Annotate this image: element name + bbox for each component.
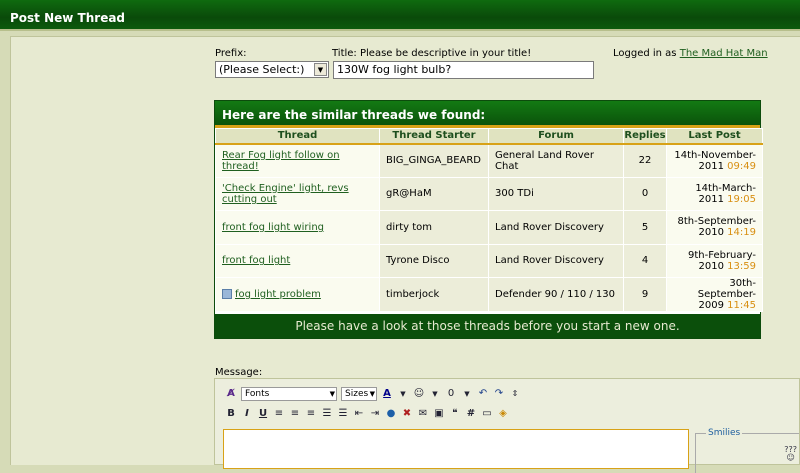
logged-in-prefix: Logged in as <box>613 48 677 59</box>
indent-icon[interactable]: ⇥ <box>369 407 381 421</box>
redo-icon[interactable]: ↷ <box>493 387 505 401</box>
thread-starter: dirty tom <box>379 210 489 245</box>
resize-icon[interactable]: ⇕ <box>509 387 521 401</box>
col-forum: Forum <box>488 128 624 145</box>
chevron-down-icon[interactable]: ▼ <box>397 387 409 401</box>
italic-button[interactable]: I <box>241 407 253 421</box>
forum-name: General Land Rover Chat <box>488 143 624 178</box>
table-row: fog light problem timberjock Defender 90… <box>215 277 763 312</box>
username-link[interactable]: The Mad Hat Man <box>680 48 768 59</box>
align-center-icon[interactable]: ≡ <box>289 407 301 421</box>
message-label: Message: <box>215 367 263 378</box>
last-post: 8th-September-2010 14:19 <box>666 210 763 245</box>
thread-link[interactable]: front fog light wiring <box>222 222 324 233</box>
thread-starter: BIG_GINGA_BEARD <box>379 143 489 178</box>
bold-button[interactable]: B <box>225 407 237 421</box>
reply-count: 4 <box>623 243 667 278</box>
thread-starter: timberjock <box>379 277 489 312</box>
last-post: 30th-September-2009 11:45 <box>666 277 763 312</box>
attachment-icon[interactable]: 0 <box>445 387 457 401</box>
smilies-box: Smilies ??? ☺ <box>695 428 799 473</box>
thread-link[interactable]: 'Check Engine' light, revs cutting out <box>222 183 349 205</box>
col-last-post: Last Post <box>666 128 763 145</box>
align-left-icon[interactable]: ≡ <box>273 407 285 421</box>
chevron-down-icon[interactable]: ▼ <box>461 387 473 401</box>
reply-count: 22 <box>623 143 667 178</box>
font-select[interactable]: Fonts ▼ <box>241 387 337 401</box>
thread-link[interactable]: fog light problem <box>235 289 321 300</box>
prefix-select-value: (Please Select:) <box>219 63 305 76</box>
smiley-icon[interactable]: ☺ <box>413 387 425 401</box>
similar-threads-box: Here are the similar threads we found: T… <box>214 100 763 339</box>
php-icon[interactable]: ◈ <box>497 407 509 421</box>
reply-count: 5 <box>623 210 667 245</box>
similar-threads-table: Thread Thread Starter Forum Replies Last… <box>215 128 763 312</box>
forum-name: Land Rover Discovery <box>488 210 624 245</box>
table-row: front fog light wiring dirty tom Land Ro… <box>215 210 763 245</box>
outdent-icon[interactable]: ⇤ <box>353 407 365 421</box>
thread-link[interactable]: front fog light <box>222 255 290 266</box>
code-button[interactable]: # <box>465 407 477 421</box>
link-icon[interactable]: ● <box>385 407 397 421</box>
email-link-icon[interactable]: ✉ <box>417 407 429 421</box>
last-post: 14th-November-2011 09:49 <box>666 143 763 178</box>
align-right-icon[interactable]: ≡ <box>305 407 317 421</box>
title-input[interactable]: 130W fog light bulb? <box>333 61 594 79</box>
last-post-time: 11:45 <box>727 300 756 311</box>
reply-count: 0 <box>623 176 667 211</box>
forum-name: Land Rover Discovery <box>488 243 624 278</box>
page-title: Post New Thread <box>10 11 126 25</box>
smilies-label: Smilies <box>706 428 743 438</box>
thread-starter: gR@HaM <box>379 176 489 211</box>
thread-icon <box>222 289 232 299</box>
last-post-time: 19:05 <box>727 193 756 205</box>
last-post-time: 14:19 <box>727 227 756 239</box>
last-post: 14th-March-2011 19:05 <box>666 176 763 211</box>
undo-icon[interactable]: ↶ <box>477 387 489 401</box>
font-color-icon[interactable]: A <box>381 387 393 401</box>
underline-button[interactable]: U <box>257 407 269 421</box>
forum-name: Defender 90 / 110 / 130 <box>488 277 624 312</box>
message-editor: A̸ Fonts ▼ Sizes ▼ A ▼ ☺ ▼ 0 ▼ ↶ ↷ ⇕ B I U… <box>214 378 800 473</box>
col-thread-starter: Thread Starter <box>379 128 489 145</box>
insert-image-icon[interactable]: ▣ <box>433 407 445 421</box>
chevron-down-icon: ▼ <box>329 390 335 398</box>
reply-count: 9 <box>623 277 667 312</box>
table-row: front fog light Tyrone Disco Land Rover … <box>215 243 763 278</box>
last-post: 9th-February-2010 13:59 <box>666 243 763 278</box>
html-icon[interactable]: ▭ <box>481 407 493 421</box>
similar-threads-footer: Please have a look at those threads befo… <box>215 314 760 338</box>
col-replies: Replies <box>623 128 667 145</box>
toolbar-row-2: B I U ≡ ≡ ≡ ☰ ☰ ⇤ ⇥ ● ✖ ✉ ▣ ❝ # ▭ ◈ <box>225 407 509 421</box>
confused-smiley-icon[interactable]: ??? ☺ <box>784 446 797 462</box>
col-thread: Thread <box>215 128 380 145</box>
chevron-down-icon[interactable]: ▼ <box>314 63 327 76</box>
title-label: Title: Please be descriptive in your tit… <box>332 48 532 59</box>
prefix-select[interactable]: (Please Select:) ▼ <box>215 61 329 78</box>
toolbar-row-1: A̸ Fonts ▼ Sizes ▼ A ▼ ☺ ▼ 0 ▼ ↶ ↷ ⇕ <box>225 387 521 401</box>
font-select-value: Fonts <box>245 389 270 399</box>
page-header: Post New Thread <box>0 0 800 31</box>
quote-icon[interactable]: ❝ <box>449 407 461 421</box>
similar-threads-heading: Here are the similar threads we found: <box>215 101 760 128</box>
size-select[interactable]: Sizes ▼ <box>341 387 377 401</box>
table-row: Rear Fog light follow on thread! BIG_GIN… <box>215 143 763 178</box>
last-post-time: 13:59 <box>727 260 756 272</box>
thread-starter: Tyrone Disco <box>379 243 489 278</box>
size-select-value: Sizes <box>345 389 369 399</box>
prefix-label: Prefix: <box>215 48 247 59</box>
bullet-list-icon[interactable]: ☰ <box>337 407 349 421</box>
last-post-time: 09:49 <box>727 160 756 172</box>
logged-in-info: Logged in as The Mad Hat Man <box>613 48 768 59</box>
forum-name: 300 TDi <box>488 176 624 211</box>
chevron-down-icon[interactable]: ▼ <box>429 387 441 401</box>
table-row: 'Check Engine' light, revs cutting out g… <box>215 176 763 211</box>
remove-format-icon[interactable]: A̸ <box>225 387 237 401</box>
chevron-down-icon: ▼ <box>369 390 375 398</box>
thread-link[interactable]: Rear Fog light follow on thread! <box>222 150 340 172</box>
message-textarea[interactable] <box>223 429 689 469</box>
numbered-list-icon[interactable]: ☰ <box>321 407 333 421</box>
unlink-icon[interactable]: ✖ <box>401 407 413 421</box>
